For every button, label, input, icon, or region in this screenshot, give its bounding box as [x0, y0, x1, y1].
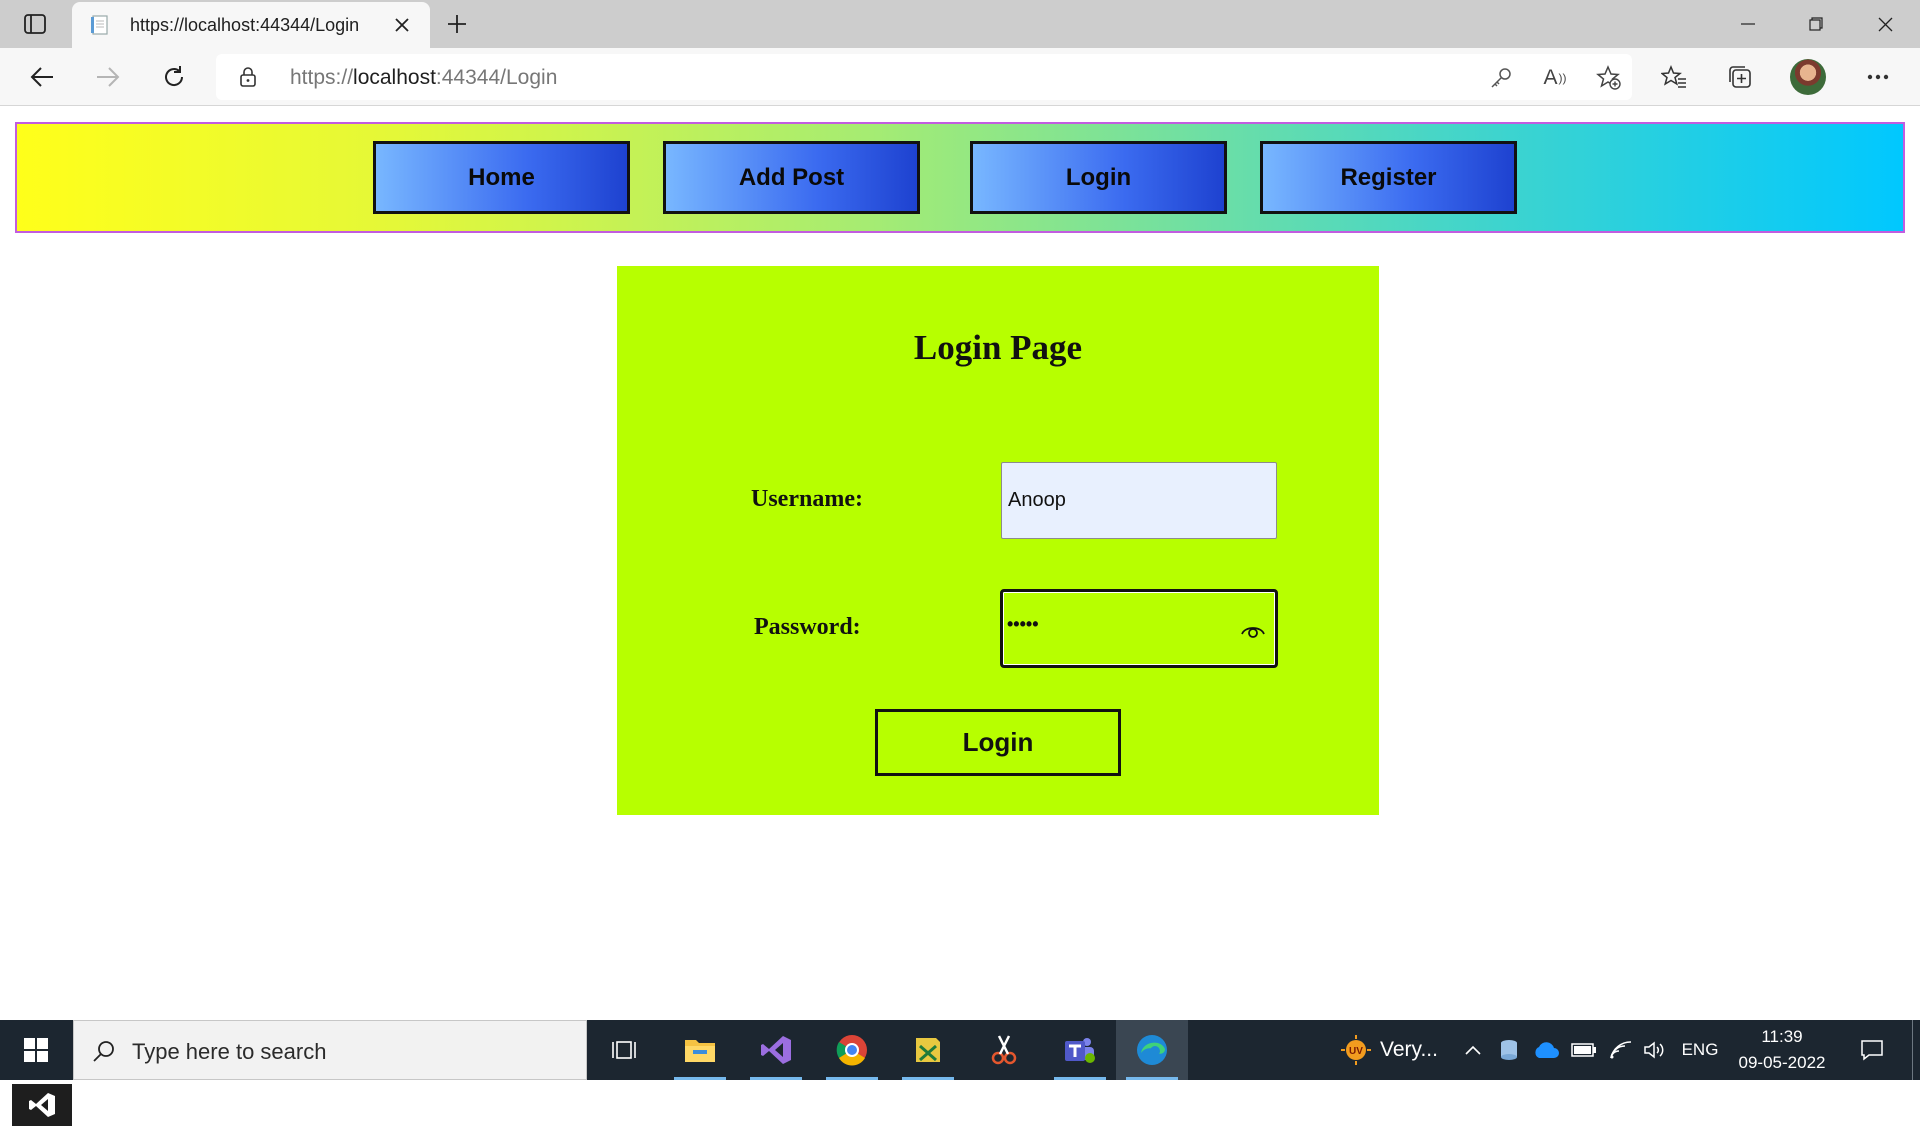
start-windows-icon[interactable]	[0, 1020, 72, 1080]
clock[interactable]: 11:39 09-05-2022	[1732, 1024, 1832, 1076]
taskbar: Type here to search UV Very... ENG 11:39…	[0, 1020, 1920, 1080]
restore-icon[interactable]	[1783, 0, 1849, 48]
nav-add-post-button[interactable]: Add Post	[663, 141, 920, 214]
url-scheme: https://	[290, 66, 354, 89]
tab-strip: https://localhost:44344/Login	[0, 0, 1920, 48]
search-icon	[90, 1037, 118, 1065]
weather-uv-icon[interactable]: UV	[1336, 1020, 1376, 1080]
password-field[interactable]: •••••	[1000, 589, 1278, 668]
clock-date: 09-05-2022	[1738, 1053, 1826, 1072]
profile-avatar[interactable]	[1790, 59, 1826, 95]
onedrive-cloud-icon[interactable]	[1530, 1020, 1562, 1080]
visual-studio-icon[interactable]	[740, 1020, 812, 1080]
browser-tab-active[interactable]: https://localhost:44344/Login	[72, 2, 430, 48]
search-placeholder: Type here to search	[132, 1039, 327, 1064]
add-favorite-icon[interactable]	[1594, 63, 1624, 93]
snipping-tool-icon[interactable]	[968, 1020, 1040, 1080]
tab-title: https://localhost:44344/Login	[130, 14, 360, 35]
show-desktop-button[interactable]	[1912, 1020, 1918, 1080]
nav-home-button[interactable]: Home	[373, 141, 630, 214]
teams-icon[interactable]	[1044, 1020, 1116, 1080]
collections-icon[interactable]	[1722, 59, 1758, 95]
clock-time: 11:39	[1761, 1027, 1803, 1046]
back-icon[interactable]	[22, 57, 62, 97]
file-explorer-icon[interactable]	[664, 1020, 736, 1080]
weather-text[interactable]: Very...	[1380, 1020, 1452, 1080]
reveal-password-eye-icon[interactable]	[1239, 616, 1267, 644]
favorites-icon[interactable]	[1656, 59, 1692, 95]
lock-icon[interactable]	[236, 65, 260, 89]
username-field[interactable]	[1001, 462, 1277, 539]
url-field[interactable]: https://localhost:44344/Login A))	[216, 54, 1632, 100]
volume-icon[interactable]	[1640, 1020, 1670, 1080]
edge-icon[interactable]	[1116, 1020, 1188, 1080]
nav-login-button[interactable]: Login	[970, 141, 1227, 214]
chrome-icon[interactable]	[816, 1020, 888, 1080]
key-icon[interactable]	[1486, 63, 1516, 93]
weather-badge-text: UV	[1349, 1046, 1363, 1057]
page-viewport: Home Add Post Login Register Login Page …	[0, 107, 1920, 1126]
refresh-icon[interactable]	[154, 57, 194, 97]
visual-studio-badge-icon[interactable]	[12, 1084, 72, 1126]
login-panel: Login Page Username: Password: ••••• Log…	[617, 266, 1379, 815]
database-tray-icon[interactable]	[1496, 1020, 1522, 1080]
wifi-icon[interactable]	[1606, 1020, 1636, 1080]
notifications-icon[interactable]	[1852, 1020, 1892, 1080]
tab-close-icon[interactable]	[388, 11, 416, 39]
show-hidden-icons-chevron-up-icon[interactable]	[1460, 1020, 1486, 1080]
password-mask: •••••	[1007, 614, 1039, 634]
url-path: :44344/Login	[435, 66, 558, 89]
nav-register-button[interactable]: Register	[1260, 141, 1517, 214]
page-favicon-icon	[88, 13, 112, 37]
new-tab-icon[interactable]	[440, 8, 474, 40]
tab-actions-icon[interactable]	[14, 10, 56, 38]
more-options-icon[interactable]	[1860, 59, 1896, 95]
url-host: localhost	[353, 66, 436, 89]
page-title: Login Page	[913, 328, 1083, 367]
battery-icon[interactable]	[1568, 1020, 1600, 1080]
site-navbar: Home Add Post Login Register	[15, 122, 1905, 233]
excel-diagram-tool-icon[interactable]	[892, 1020, 964, 1080]
address-bar: https://localhost:44344/Login A))	[0, 48, 1920, 106]
taskbar-search-field[interactable]: Type here to search	[73, 1020, 587, 1080]
forward-icon[interactable]	[88, 57, 128, 97]
password-label: Password:	[754, 614, 861, 640]
close-window-icon[interactable]	[1852, 0, 1918, 48]
language-indicator[interactable]: ENG	[1676, 1020, 1724, 1080]
login-submit-button[interactable]: Login	[875, 709, 1121, 776]
read-aloud-label: A	[1543, 66, 1558, 89]
task-view-icon[interactable]	[588, 1020, 660, 1080]
username-label: Username:	[751, 486, 863, 512]
url-text: https://localhost:44344/Login	[290, 66, 557, 90]
read-aloud-icon[interactable]: A))	[1540, 63, 1570, 93]
minimize-icon[interactable]	[1715, 0, 1781, 48]
